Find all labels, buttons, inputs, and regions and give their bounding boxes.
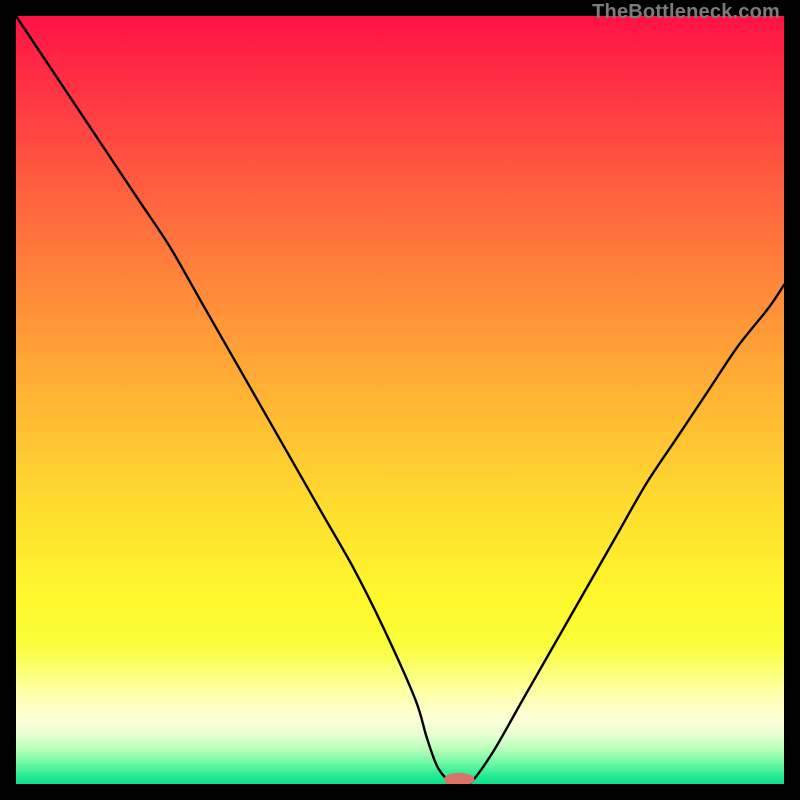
chart-svg xyxy=(16,16,784,784)
watermark-text: TheBottleneck.com xyxy=(592,1,780,24)
gradient-background xyxy=(16,16,784,784)
plot-area xyxy=(16,16,784,784)
chart-stage: TheBottleneck.com xyxy=(0,0,800,800)
